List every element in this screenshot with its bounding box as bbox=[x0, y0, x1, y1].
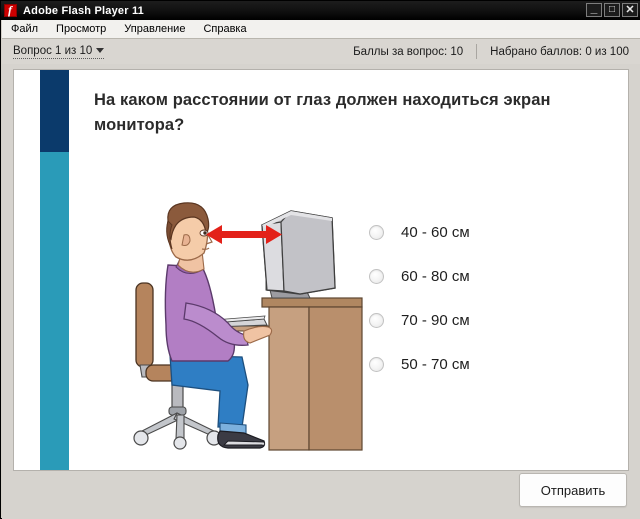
chevron-down-icon bbox=[96, 47, 105, 53]
question-navigator[interactable]: Вопрос 1 из 10 bbox=[13, 44, 105, 59]
accent-bar bbox=[40, 70, 69, 470]
option-row-3[interactable]: 70 - 90 см bbox=[369, 298, 599, 342]
flash-stage: Вопрос 1 из 10 Баллы за вопрос: 10 Набра… bbox=[2, 39, 640, 519]
option-label-2: 60 - 80 см bbox=[401, 267, 470, 285]
divider bbox=[476, 44, 478, 59]
flash-player-window: Adobe Flash Player 11 _ □ ✕ Файл Просмот… bbox=[0, 0, 640, 519]
menu-item-help[interactable]: Справка bbox=[194, 20, 255, 38]
workstation-illustration bbox=[124, 195, 364, 460]
radio-button-3[interactable] bbox=[369, 312, 384, 328]
desk-group bbox=[261, 297, 363, 451]
radio-button-1[interactable] bbox=[369, 224, 384, 240]
option-row-2[interactable]: 60 - 80 см bbox=[369, 254, 599, 298]
window-title: Adobe Flash Player 11 bbox=[23, 4, 144, 17]
score-area: Баллы за вопрос: 10 Набрано баллов: 0 из… bbox=[353, 39, 629, 64]
menu-bar: Файл Просмотр Управление Справка bbox=[2, 20, 640, 39]
minimize-button[interactable]: _ bbox=[586, 1, 602, 17]
accent-bar-bottom bbox=[40, 152, 69, 470]
close-icon: ✕ bbox=[625, 4, 635, 16]
question-text: На каком расстоянии от глаз должен наход… bbox=[94, 91, 551, 134]
option-row-1[interactable]: 40 - 60 см bbox=[369, 210, 599, 254]
monitor-group bbox=[261, 210, 336, 299]
maximize-icon: □ bbox=[608, 4, 616, 15]
title-bar: Adobe Flash Player 11 _ □ ✕ bbox=[1, 1, 640, 20]
minimize-icon: _ bbox=[590, 1, 598, 15]
question-navigator-label: Вопрос 1 из 10 bbox=[13, 44, 93, 57]
radio-button-2[interactable] bbox=[369, 268, 384, 284]
close-button[interactable]: ✕ bbox=[622, 3, 638, 17]
window-controls: _ □ ✕ bbox=[586, 1, 638, 17]
flash-logo-icon bbox=[4, 3, 17, 18]
radio-button-4[interactable] bbox=[369, 356, 384, 372]
submit-button[interactable]: Отправить bbox=[519, 473, 627, 507]
menu-item-control[interactable]: Управление bbox=[115, 20, 194, 38]
quiz-status-bar: Вопрос 1 из 10 Баллы за вопрос: 10 Набра… bbox=[2, 39, 640, 64]
distance-arrow-icon bbox=[206, 225, 282, 244]
question-card: На каком расстоянии от глаз должен наход… bbox=[13, 69, 629, 471]
maximize-button[interactable]: □ bbox=[604, 3, 620, 17]
accent-bar-top bbox=[40, 70, 69, 152]
menu-item-view[interactable]: Просмотр bbox=[47, 20, 115, 38]
option-row-4[interactable]: 50 - 70 см bbox=[369, 342, 599, 386]
points-for-question: Баллы за вопрос: 10 bbox=[353, 45, 464, 58]
option-label-3: 70 - 90 см bbox=[401, 311, 470, 329]
answer-options: 40 - 60 см 60 - 80 см 70 - 90 см 50 - 70… bbox=[369, 210, 599, 386]
option-label-4: 50 - 70 см bbox=[401, 355, 470, 373]
points-scored: Набрано баллов: 0 из 100 bbox=[490, 45, 629, 58]
option-label-1: 40 - 60 см bbox=[401, 223, 470, 241]
menu-item-file[interactable]: Файл bbox=[2, 20, 47, 38]
